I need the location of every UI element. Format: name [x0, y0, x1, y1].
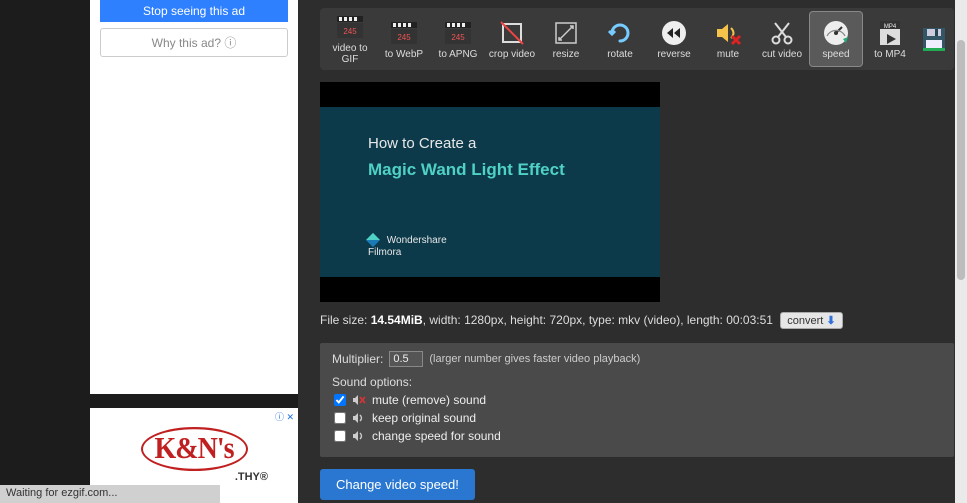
file-info: File size: 14.54MiB, width: 1280px, heig…: [320, 312, 954, 329]
stop-seeing-ad-button[interactable]: Stop seeing this ad: [100, 0, 288, 22]
file-size: 14.54MiB: [371, 313, 423, 327]
sound-option-change[interactable]: change speed for sound: [334, 429, 942, 443]
speedometer-icon: [822, 19, 850, 47]
sound-option-keep[interactable]: keep original sound: [334, 411, 942, 425]
sound-option-label: mute (remove) sound: [372, 393, 486, 407]
ad-subtext: .THY®: [235, 471, 268, 483]
options-panel: Multiplier: (larger number gives faster …: [320, 343, 954, 457]
tool-label: to APNG: [439, 49, 478, 60]
multiplier-hint: (larger number gives faster video playba…: [429, 353, 640, 365]
watermark: WondershareFilmora: [368, 235, 447, 259]
svg-text:245: 245: [451, 33, 465, 42]
clapper-icon: 245: [444, 19, 472, 47]
tool-label: mute: [717, 49, 739, 60]
toolbar: 245 video to GIF 245 to WebP 245 to APNG: [320, 8, 954, 70]
scrollbar-thumb[interactable]: [957, 40, 965, 280]
tool-label: crop video: [489, 49, 535, 60]
clapper-icon: 245: [390, 19, 418, 47]
multiplier-input[interactable]: [389, 351, 423, 367]
svg-text:MP4: MP4: [884, 24, 897, 30]
sound-option-label: keep original sound: [372, 411, 476, 425]
tool-crop-video[interactable]: crop video: [486, 12, 538, 66]
floppy-disk-icon: [921, 26, 947, 52]
rewind-icon: [660, 19, 688, 47]
sound-options-header: Sound options:: [332, 375, 942, 389]
preview-title-line1: How to Create a: [368, 135, 612, 152]
convert-button[interactable]: convert ⬇: [780, 312, 842, 329]
tool-label: to WebP: [385, 49, 423, 60]
speaker-small-icon: [352, 412, 366, 424]
tool-resize[interactable]: resize: [540, 12, 592, 66]
tool-to-webp[interactable]: 245 to WebP: [378, 12, 430, 66]
why-this-ad-link[interactable]: Why this ad? ⓘ: [100, 28, 288, 57]
video-preview[interactable]: How to Create a Magic Wand Light Effect …: [320, 82, 660, 302]
sound-option-label: change speed for sound: [372, 429, 501, 443]
preview-title-line2: Magic Wand Light Effect: [368, 160, 612, 180]
speaker-small-icon: [352, 430, 366, 442]
change-video-speed-button[interactable]: Change video speed!: [320, 469, 475, 500]
sound-option-mute[interactable]: mute (remove) sound: [334, 393, 942, 407]
tool-label: rotate: [607, 49, 633, 60]
left-gutter: [0, 0, 90, 503]
svg-text:245: 245: [397, 33, 411, 42]
tool-reverse[interactable]: reverse: [648, 12, 700, 66]
keep-sound-checkbox[interactable]: [334, 412, 346, 424]
ad-brand-logo: K&N's: [141, 427, 248, 471]
mute-checkbox[interactable]: [334, 394, 346, 406]
tool-rotate[interactable]: rotate: [594, 12, 646, 66]
ad-sidebar: Stop seeing this ad Why this ad? ⓘ ⓘ ✕ K…: [90, 0, 298, 503]
tool-mute[interactable]: mute: [702, 12, 754, 66]
tool-label: speed: [822, 49, 849, 60]
svg-text:245: 245: [343, 27, 357, 36]
tool-label: resize: [553, 49, 580, 60]
tool-label: video to GIF: [324, 43, 376, 65]
tool-speed[interactable]: speed: [810, 12, 862, 66]
main-content: 245 video to GIF 245 to WebP 245 to APNG: [320, 0, 967, 503]
tool-to-apng[interactable]: 245 to APNG: [432, 12, 484, 66]
browser-status-bar: Waiting for ezgif.com...: [0, 485, 220, 503]
crop-icon: [498, 19, 526, 47]
ad-placeholder: [90, 67, 298, 394]
mp4-file-icon: MP4: [876, 19, 904, 47]
resize-icon: [552, 19, 580, 47]
tool-label: cut video: [762, 49, 802, 60]
clapper-icon: 245: [336, 13, 364, 41]
tool-to-mp4[interactable]: MP4 to MP4: [864, 12, 916, 66]
tool-label: reverse: [657, 49, 690, 60]
speaker-mute-icon: [714, 19, 742, 47]
rotate-icon: [606, 19, 634, 47]
tool-cut-video[interactable]: cut video: [756, 12, 808, 66]
tool-video-to-gif[interactable]: 245 video to GIF: [324, 12, 376, 66]
save-button[interactable]: [918, 12, 950, 66]
vertical-scrollbar[interactable]: [955, 0, 967, 503]
change-sound-checkbox[interactable]: [334, 430, 346, 442]
tool-label: to MP4: [874, 49, 906, 60]
speaker-mute-small-icon: [352, 394, 366, 406]
scissors-icon: [768, 19, 796, 47]
multiplier-label: Multiplier:: [332, 352, 383, 366]
adchoices-icon[interactable]: ⓘ ✕: [275, 410, 294, 423]
